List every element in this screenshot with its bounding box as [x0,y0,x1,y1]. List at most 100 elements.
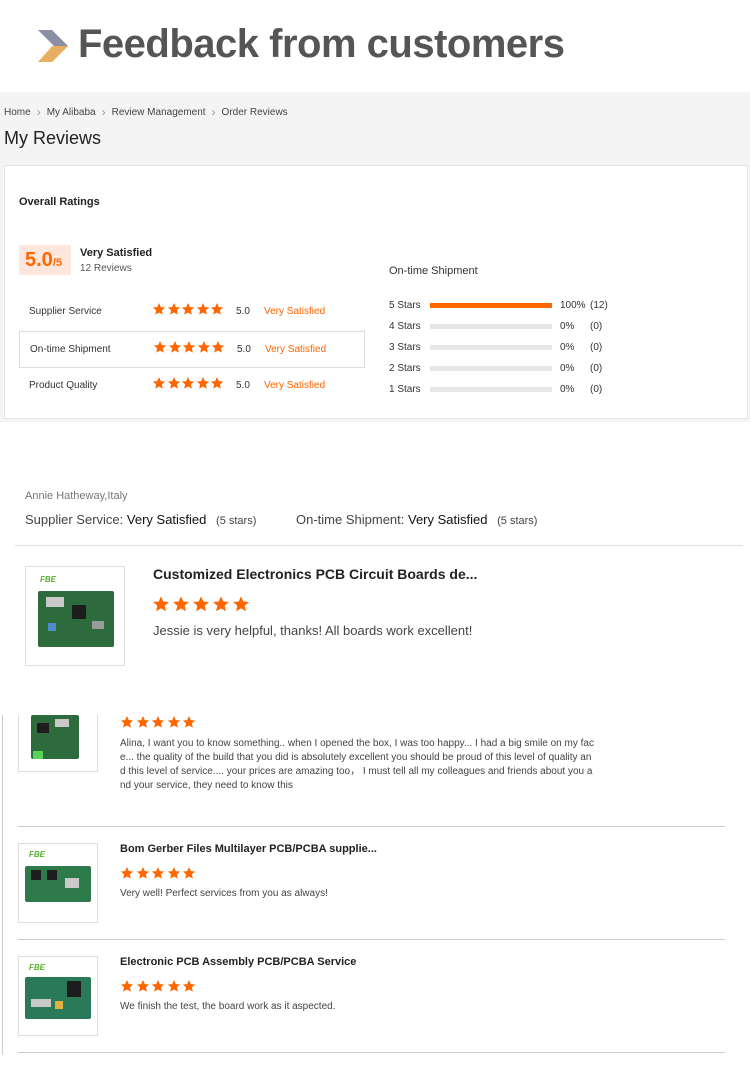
star-icon [151,979,165,993]
pcb-image [38,591,114,647]
breadcrumb-home[interactable]: Home [4,107,31,118]
star-level-label: 4 Stars [389,320,421,332]
star-level-bar [430,386,552,392]
star-icon [136,866,150,880]
product-logo: FBE [40,575,56,584]
star-level-bar [430,323,552,329]
overall-rating-label: Very Satisfied [80,247,153,259]
feedback-banner: Feedback from customers [0,0,750,90]
star-level-count: (0) [590,383,603,395]
star-icon [136,715,150,729]
star-icon [168,340,182,354]
metric-label: On-time Shipment [30,344,111,355]
overall-score: 5.0 [25,249,53,271]
divider [364,330,365,367]
breadcrumb: Home › My Alibaba › Review Management › … [4,105,288,119]
shipment-breakdown-title: On-time Shipment [389,265,478,277]
star-level-bar [430,365,552,371]
product-title[interactable]: Electronic PCB Assembly PCB/PCBA Service [120,956,356,968]
review-stars [120,866,198,880]
star-icon [120,866,134,880]
star-level-percent: 0% [560,320,575,332]
metric-score: 5.0 [236,380,250,391]
star-level-percent: 0% [560,341,575,353]
breadcrumb-my-alibaba[interactable]: My Alibaba [47,107,96,118]
star-level-label: 2 Stars [389,362,421,374]
star-icon [172,595,190,613]
star-icon [120,979,134,993]
product-thumbnail[interactable]: FBE [18,956,98,1036]
product-thumbnail[interactable]: FBE [18,843,98,923]
star-icon [152,376,166,390]
shipment-stars: (5 stars) [497,515,538,527]
star-icon [197,340,211,354]
star-level-percent: 0% [560,362,575,374]
divider [2,715,3,1055]
metric-supplier-service[interactable]: Supplier Service 5.0 Very Satisfied [19,294,365,331]
chevron-right-icon: › [36,105,41,119]
chevron-right-icon: › [211,105,216,119]
supplier-service-label: Supplier Service: [25,512,124,527]
supplier-service-stars: (5 stars) [216,515,257,527]
star-breakdown-row: 3 Stars 0% (0) [389,340,602,354]
divider [18,1052,725,1053]
star-icon [167,715,181,729]
star-icon [182,979,196,993]
product-title[interactable]: Bom Gerber Files Multilayer PCB/PCBA sup… [120,843,377,855]
review-ratings-line: Supplier Service: Very Satisfied (5 star… [25,512,537,527]
star-level-count: (12) [590,299,608,311]
star-icon [181,302,195,316]
star-level-bar [430,344,552,350]
star-icon [192,595,210,613]
metric-stars [152,376,225,390]
reviewer-name: Annie Hatheway,Italy [25,490,128,502]
product-thumbnail[interactable]: FBE [25,566,125,666]
review-stars [152,595,252,613]
star-icon [120,715,134,729]
metric-stars [153,340,226,354]
star-icon [167,866,181,880]
pcb-image [31,715,79,759]
star-breakdown-row: 1 Stars 0% (0) [389,382,602,396]
star-level-percent: 100% [560,299,586,311]
metric-stars [152,302,225,316]
star-icon [152,595,170,613]
overall-ratings-heading: Overall Ratings [19,196,100,208]
metric-score: 5.0 [236,306,250,317]
review-comment: Alina, I want you to know something.. wh… [120,738,594,791]
star-level-label: 5 Stars [389,299,421,311]
product-thumbnail[interactable] [18,715,98,772]
pcb-image [25,977,91,1019]
shipment-value: Very Satisfied [408,512,488,527]
metric-rating-text: Very Satisfied [265,344,327,355]
metric-on-time-shipment[interactable]: On-time Shipment 5.0 Very Satisfied [19,331,365,368]
star-breakdown-row: 5 Stars 100% (12) [389,298,608,312]
review-comment: We finish the test, the board work as it… [120,1001,336,1012]
pcb-image [25,866,91,902]
star-icon [151,715,165,729]
star-icon [232,595,250,613]
overall-score-badge: 5.0/5 [19,245,71,275]
product-logo: FBE [29,963,45,972]
metric-score: 5.0 [237,344,251,355]
metric-rating-text: Very Satisfied [264,380,326,391]
product-logo: FBE [29,850,45,859]
star-icon [167,302,181,316]
double-chevron-icon [38,30,68,62]
star-level-count: (0) [590,341,603,353]
star-icon [182,340,196,354]
star-icon [211,340,225,354]
metric-product-quality[interactable]: Product Quality 5.0 Very Satisfied [19,368,365,405]
review-stars [120,979,198,993]
star-icon [151,866,165,880]
star-icon [167,376,181,390]
page-title: My Reviews [4,128,102,148]
star-level-count: (0) [590,320,603,332]
star-icon [182,715,196,729]
star-level-label: 1 Stars [389,383,421,395]
shipment-label: On-time Shipment: [296,512,405,527]
banner-title: Feedback from customers [78,22,565,66]
star-level-label: 3 Stars [389,341,421,353]
breadcrumb-review-management[interactable]: Review Management [112,107,206,118]
product-title[interactable]: Customized Electronics PCB Circuit Board… [153,566,477,582]
